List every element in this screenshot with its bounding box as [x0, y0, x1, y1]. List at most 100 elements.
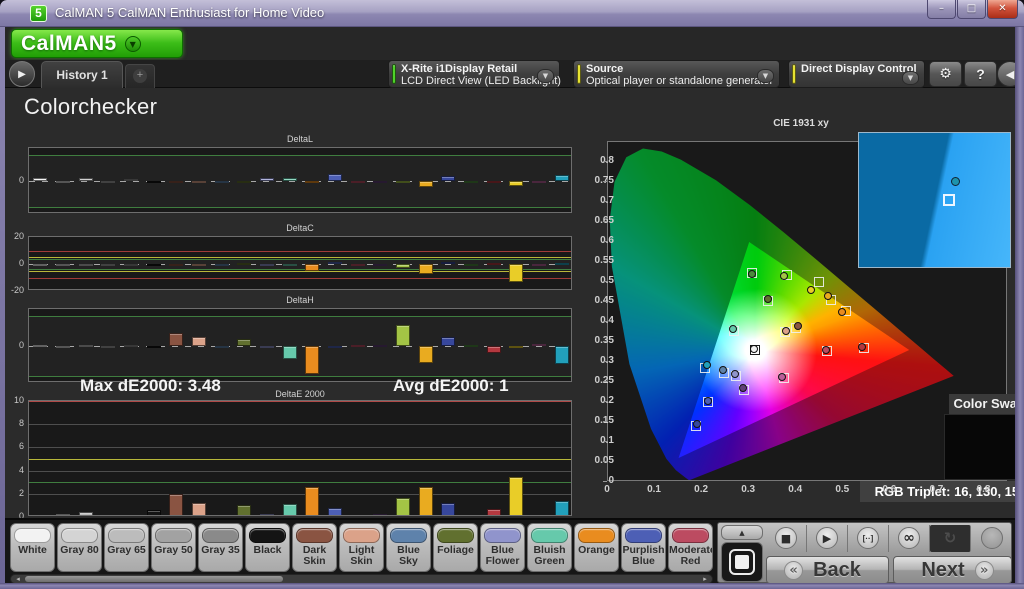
- bar-green: [464, 181, 478, 183]
- extra-transport-button[interactable]: [971, 525, 1012, 552]
- chevron-down-icon[interactable]: ▼: [902, 71, 919, 85]
- bar-purplish-blue: [328, 262, 342, 264]
- scroll-left-icon[interactable]: ◂: [12, 575, 24, 583]
- swatch-gray-80[interactable]: Gray 80: [57, 523, 102, 572]
- bar-gray-50: [101, 181, 115, 183]
- swatch-label: Moderate Red: [669, 545, 712, 567]
- scrollbar-thumb[interactable]: [25, 576, 283, 582]
- source-selector[interactable]: Source Optical player or standalone gene…: [573, 60, 780, 88]
- bar-yellow-green: [396, 498, 410, 516]
- bar-cyan: [555, 346, 569, 364]
- bar-red: [487, 346, 501, 353]
- bar-orange: [305, 346, 319, 374]
- bar-green: [464, 264, 478, 266]
- tolerance-line: [29, 316, 571, 317]
- swatch-chip: [155, 528, 192, 543]
- swatch-bluish-green[interactable]: Bluish Green: [527, 523, 572, 572]
- read-single-button[interactable]: ▶: [807, 525, 848, 552]
- tab-history-1[interactable]: History 1: [41, 61, 123, 88]
- bar-moderate-red: [351, 345, 365, 347]
- swatch-dark-skin[interactable]: Dark Skin: [292, 523, 337, 572]
- read-series-button[interactable]: [··]: [848, 525, 889, 552]
- bar-dark-skin: [169, 181, 183, 183]
- swatch-foliage[interactable]: Foliage: [433, 523, 478, 572]
- swatch-gray-35[interactable]: Gray 35: [198, 523, 243, 572]
- cie-y-label: 0.2: [580, 395, 614, 406]
- swatch-light-skin[interactable]: Light Skin: [339, 523, 384, 572]
- chart-title: DeltaL: [28, 134, 572, 144]
- collapse-panel-button[interactable]: ◀: [997, 61, 1015, 87]
- swatch-moderate-red[interactable]: Moderate Red: [668, 523, 713, 572]
- bar-gray-65: [79, 178, 93, 181]
- swatch-chip: [108, 528, 145, 543]
- swatch-orange[interactable]: Orange: [574, 523, 619, 572]
- swatch-chip: [61, 528, 98, 543]
- cie-x-label: 0.3: [733, 484, 763, 495]
- next-chevron-icon: »: [975, 561, 994, 580]
- maximize-button[interactable]: □: [957, 0, 986, 19]
- bar-purplish-blue: [328, 508, 342, 516]
- cie-y-label: 0.15: [580, 415, 614, 426]
- calman-logo-button[interactable]: CalMAN5 ▼: [11, 29, 183, 58]
- patch-window-button[interactable]: [721, 542, 763, 582]
- logo-menu-chevron-icon[interactable]: ▼: [125, 36, 141, 52]
- read-continuous-button[interactable]: ∞: [889, 525, 930, 552]
- bar-gray-50: [101, 515, 115, 516]
- chevron-down-icon[interactable]: ▼: [537, 69, 554, 83]
- session-menu-button[interactable]: ▶: [9, 61, 35, 87]
- chevron-down-icon[interactable]: ▼: [757, 69, 774, 83]
- bar-orange-yellow: [419, 181, 433, 187]
- swatch-chip: [672, 528, 709, 543]
- bar-gray-50: [101, 264, 115, 266]
- bar-yellow: [509, 264, 523, 282]
- inset-target-point: [943, 194, 955, 206]
- help-button[interactable]: ?: [964, 61, 997, 87]
- scroll-right-icon[interactable]: ▸: [699, 575, 711, 583]
- swatch-gray-65[interactable]: Gray 65: [104, 523, 149, 572]
- meter-selector[interactable]: X-Rite i1Display Retail LCD Direct View …: [388, 60, 560, 88]
- swatch-chip: [437, 528, 474, 543]
- settings-button[interactable]: ⚙: [929, 61, 962, 87]
- swatch-label: Dark Skin: [293, 545, 336, 567]
- bar-bluish-green: [283, 504, 297, 516]
- display-control-status-bar: [792, 64, 796, 84]
- bar-gray-65: [79, 264, 93, 266]
- bar-blue: [441, 262, 455, 264]
- source-line1: Source: [586, 63, 623, 75]
- bar-bluish-green: [283, 178, 297, 181]
- swatch-black[interactable]: Black: [245, 523, 290, 572]
- bar-light-skin: [192, 337, 206, 346]
- cie-target-yellow: [814, 277, 824, 287]
- swatch-blue-sky[interactable]: Blue Sky: [386, 523, 431, 572]
- refresh-button[interactable]: ↻: [930, 525, 971, 552]
- minimize-button[interactable]: –: [927, 0, 956, 19]
- bottom-toolbar: WhiteGray 80Gray 65Gray 50Gray 35BlackDa…: [5, 518, 1015, 583]
- next-button[interactable]: Next »: [893, 556, 1012, 583]
- close-button[interactable]: ✕: [987, 0, 1018, 19]
- swatch-label: Orange: [575, 545, 618, 556]
- bar-orange-yellow: [419, 264, 433, 274]
- expand-swatches-button[interactable]: ▲: [721, 525, 763, 540]
- display-control-selector[interactable]: Direct Display Control ▼: [788, 60, 925, 88]
- cie-x-label: 0.8: [968, 484, 998, 495]
- bar-gray-35: [124, 179, 138, 181]
- y-axis-label: 2: [5, 488, 24, 498]
- chart-plot: [28, 400, 572, 516]
- swatch-blue-flower[interactable]: Blue Flower: [480, 523, 525, 572]
- bar-magenta: [532, 264, 546, 266]
- tolerance-line: [29, 155, 571, 156]
- swatch-purplish-blue[interactable]: Purplish Blue: [621, 523, 666, 572]
- cie-measured-orange: [838, 308, 846, 316]
- stop-button[interactable]: ■: [766, 525, 807, 552]
- back-button[interactable]: « Back: [766, 556, 889, 583]
- swatch-chip: [343, 528, 380, 543]
- swatch-scrollbar[interactable]: ◂ ▸: [10, 574, 713, 583]
- add-tab-button[interactable]: +: [125, 64, 155, 88]
- bar-blue: [441, 503, 455, 516]
- swatch-chip: [625, 528, 662, 543]
- swatch-label: Gray 35: [199, 545, 242, 556]
- bar-blue-flower: [260, 346, 274, 348]
- cie-measured-moderate-red: [822, 346, 830, 354]
- swatch-white[interactable]: White: [10, 523, 55, 572]
- swatch-gray-50[interactable]: Gray 50: [151, 523, 196, 572]
